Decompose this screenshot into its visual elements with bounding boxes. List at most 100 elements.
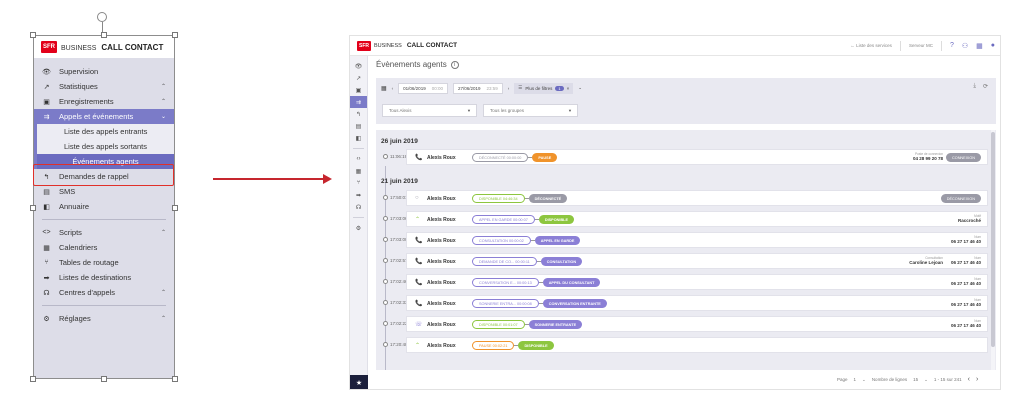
menu-item[interactable]: ▦ Calendriers — [34, 240, 174, 255]
resize-handle-tl[interactable] — [30, 32, 36, 38]
event-row: 17:03:00 📞 Alexis Roux CONSULTATION 00:00:0… — [376, 232, 996, 248]
menu-item[interactable]: ⇉ Appels et événements ⌄ — [34, 109, 174, 124]
new-state-pill: DISPONIBLE — [518, 341, 554, 350]
filter-count-badge: 1 — [555, 85, 564, 91]
event-card[interactable]: ⌃ Alexis Roux APPEL EN GARDE 00:00:07 DISPO… — [406, 211, 988, 227]
help-icon[interactable]: ? — [950, 42, 954, 49]
event-card[interactable]: 📞 Alexis Roux DÉCONNECTÉ 00:00:00 PAUSE Post… — [406, 149, 988, 165]
users-icon[interactable]: ⚇ — [962, 42, 968, 50]
agents-select[interactable]: Tous Alexis ▼ — [382, 104, 477, 117]
chevron-down-icon[interactable]: ⌄ — [578, 85, 582, 91]
event-card[interactable]: ○ Alexis Roux DISPONIBLE 04:46:34 DÉCONNECT… — [406, 190, 988, 206]
menu-item[interactable]: ▤ SMS — [34, 184, 174, 199]
submenu-item[interactable]: Liste des appels sortants — [34, 139, 174, 154]
trend-icon[interactable]: ↗ — [350, 72, 367, 84]
info-icon[interactable]: i — [450, 61, 459, 69]
menu-item[interactable]: ➡ Listes de destinations — [34, 270, 174, 285]
eye-icon[interactable]: 👁 — [350, 60, 367, 72]
chevron-right-icon[interactable]: › — [508, 86, 510, 91]
top-bar-actions: ← Liste des services Serveur MC ? ⚇ ▦ ● — [850, 40, 1000, 51]
resize-handle-l[interactable] — [30, 205, 36, 211]
date-to-field[interactable]: 27/06/2019 23:59 — [452, 82, 503, 94]
services-link[interactable]: ← Liste des services — [850, 43, 892, 48]
sms-icon[interactable]: ▤ — [350, 120, 367, 132]
event-card[interactable]: 📞 Alexis Roux CONVERSATION E... 00:00:13 AP… — [406, 274, 988, 290]
chevron-up-icon[interactable]: ⌃ — [161, 229, 166, 236]
previous-state-pill: SONNERIE ENTRA... 00:00:08 — [472, 299, 539, 308]
event-card[interactable]: ⌃ Alexis Roux PAUSE 00:02:21 DISPONIBLE — [406, 337, 988, 353]
menu-item[interactable]: ⑂ Tables de routage — [34, 255, 174, 270]
resize-handle-bl[interactable] — [30, 376, 36, 382]
more-filters-button[interactable]: ☰ Plus de filtres 1 × — [514, 82, 574, 94]
code-icon[interactable]: ‹› — [350, 153, 367, 165]
rows-select[interactable]: 15 — [913, 377, 918, 382]
event-card[interactable]: 📞 Alexis Roux CONSULTATION 00:00:02 APPEL E… — [406, 232, 988, 248]
chevron-up-icon[interactable]: ⌃ — [161, 315, 166, 322]
chevron-up-icon[interactable]: ⌃ — [161, 289, 166, 296]
date-filter-row: ▦ ‹ 01/06/2019 00:00 27/06/2019 23:59 › ☰ P… — [381, 82, 582, 94]
event-card[interactable]: ☏ Alexis Roux DISPONIBLE 00:01:07 SONNERIE … — [406, 316, 988, 332]
event-card[interactable]: 📞 Alexis Roux DEMANDE DE CO... 00:00:11 CON… — [406, 253, 988, 269]
page-select[interactable]: 1 — [854, 377, 857, 382]
apps-grid-icon[interactable]: ▦ — [976, 42, 983, 50]
menu-item[interactable]: ☊ Centres d'appels ⌃ — [34, 285, 174, 300]
resize-handle-r[interactable] — [172, 205, 178, 211]
agent-name: Alexis Roux — [427, 301, 456, 307]
menu-item[interactable]: 👁 Supervision — [34, 64, 174, 79]
prev-page-button[interactable]: ‹ — [968, 376, 970, 383]
event-type-icon: 📞 — [415, 280, 423, 286]
calendar-icon[interactable]: ▦ — [381, 85, 387, 92]
resize-handle-b[interactable] — [101, 376, 107, 382]
event-time: 17:02:33 — [390, 300, 408, 305]
submenu-item[interactable]: Liste des appels entrants — [34, 124, 174, 139]
event-row: 17:50:01 ○ Alexis Roux DISPONIBLE 04:46:34 D… — [376, 190, 996, 206]
event-time: 17:20:48 — [390, 342, 408, 347]
code-icon: <> — [42, 229, 51, 236]
chevron-down-icon[interactable]: ⌄ — [924, 377, 928, 383]
detail-block: Num 06 27 17 46 40 — [951, 256, 981, 265]
refresh-icon[interactable]: ⟳ — [983, 83, 988, 90]
menu-item[interactable]: ◧ Annuaire — [34, 199, 174, 214]
resize-handle-tr[interactable] — [172, 32, 178, 38]
previous-state-pill: CONSULTATION 00:00:02 — [472, 236, 531, 245]
close-icon[interactable]: × — [567, 86, 570, 91]
callback-icon[interactable]: ↰ — [350, 108, 367, 120]
destination-icon[interactable]: ➡ — [350, 189, 367, 201]
rotate-handle[interactable] — [97, 12, 107, 22]
gear-icon[interactable]: ⚙ — [350, 222, 367, 234]
resize-handle-br[interactable] — [172, 376, 178, 382]
zoomed-menu-panel: SFR BUSINESS CALL CONTACT 👁 Supervision ↗ St… — [33, 35, 175, 379]
calendar-icon[interactable]: ▦ — [350, 165, 367, 177]
account-icon[interactable]: ● — [991, 42, 995, 49]
chevron-up-icon[interactable]: ⌃ — [161, 98, 166, 105]
scrollbar-thumb[interactable] — [991, 132, 995, 347]
chevron-down-icon[interactable]: ⌄ — [862, 377, 866, 383]
menu-item[interactable]: <> Scripts ⌃ — [34, 225, 174, 240]
date-from-field[interactable]: 01/06/2019 00:00 — [398, 82, 448, 94]
groups-select[interactable]: Tous les groupes ▼ — [483, 104, 578, 117]
detail-value: 06 27 17 46 40 — [950, 281, 981, 286]
star-icon[interactable]: ★ — [350, 375, 368, 389]
headset-icon[interactable]: ☊ — [350, 201, 367, 213]
event-time: 17:03:06 — [390, 216, 408, 221]
event-row: 11:06:19 📞 Alexis Roux DÉCONNECTÉ 00:00:00 P… — [376, 149, 996, 165]
chevron-down-icon[interactable]: ⌄ — [161, 113, 166, 120]
menu-item-label: Calendriers — [59, 243, 98, 252]
route-icon[interactable]: ⑂ — [350, 177, 367, 189]
menu-item[interactable]: ▣ Enregistrements ⌃ — [34, 94, 174, 109]
chevron-up-icon[interactable]: ⌃ — [161, 83, 166, 90]
event-type-icon: 📞 — [415, 155, 423, 161]
service-name[interactable]: Serveur MC — [909, 43, 933, 48]
resize-handle-t[interactable] — [101, 32, 107, 38]
save-icon[interactable]: ▣ — [350, 84, 367, 96]
book-icon[interactable]: ◧ — [350, 132, 367, 144]
events-icon[interactable]: ⇉ — [350, 96, 367, 108]
next-page-button[interactable]: › — [976, 376, 978, 383]
chevron-left-icon[interactable]: ‹ — [392, 86, 394, 91]
new-state-pill: DÉCONNECTÉ — [528, 194, 568, 203]
scrollbar[interactable] — [991, 130, 995, 370]
event-card[interactable]: 📞 Alexis Roux SONNERIE ENTRA... 00:00:08 CO… — [406, 295, 988, 311]
menu-item[interactable]: ↗ Statistiques ⌃ — [34, 79, 174, 94]
menu-item[interactable]: ⚙ Réglages ⌃ — [34, 311, 174, 326]
download-icon[interactable]: ⤓ — [973, 83, 976, 90]
